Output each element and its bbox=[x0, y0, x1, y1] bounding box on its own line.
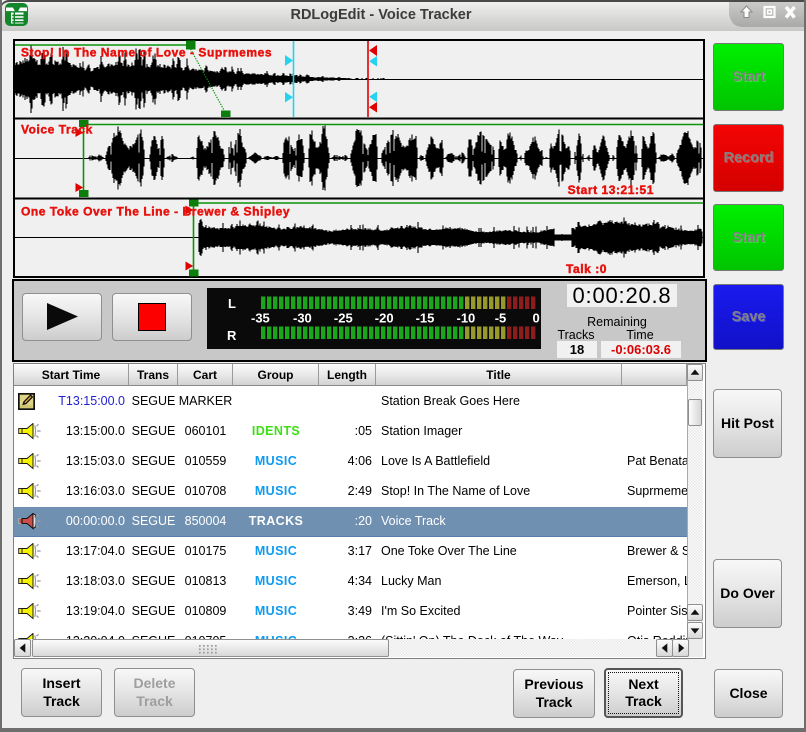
svg-text:-5: -5 bbox=[495, 311, 507, 326]
svg-text:R: R bbox=[227, 328, 237, 343]
svg-text:0: 0 bbox=[532, 311, 539, 326]
svg-text:L: L bbox=[228, 296, 236, 311]
svg-text:-15: -15 bbox=[416, 311, 435, 326]
svg-text:-25: -25 bbox=[334, 311, 353, 326]
svg-text:-30: -30 bbox=[293, 311, 312, 326]
svg-text:-10: -10 bbox=[457, 311, 476, 326]
svg-text:-20: -20 bbox=[375, 311, 394, 326]
svg-text:-35: -35 bbox=[251, 311, 270, 326]
